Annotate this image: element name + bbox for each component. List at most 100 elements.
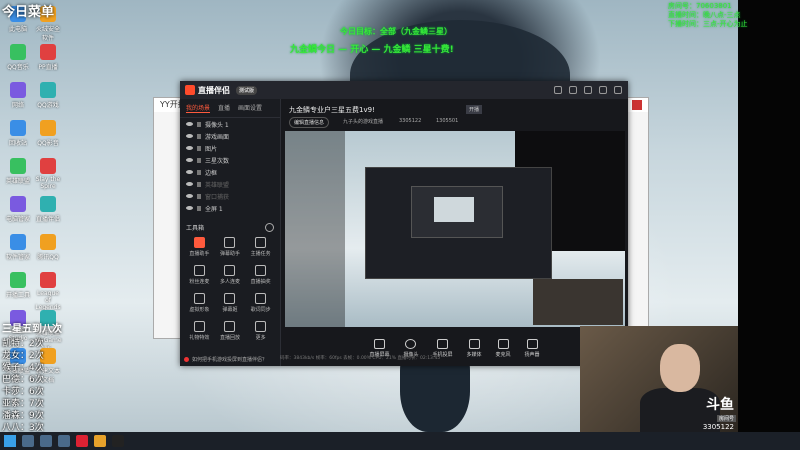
app-icon [40, 234, 56, 250]
scene-item[interactable]: 窗口捕获 [180, 190, 280, 202]
close-icon[interactable] [614, 86, 622, 94]
desktop-icon[interactable]: 直播伴侣 [34, 196, 62, 223]
toolbox-item[interactable]: 更多 [245, 321, 276, 341]
lock-icon[interactable] [197, 193, 201, 199]
eye-icon[interactable] [186, 182, 193, 186]
taskbar-explorer-icon[interactable] [40, 435, 52, 447]
toolbox-item[interactable]: 弹幕助手 [215, 237, 246, 257]
tool-icon [193, 237, 205, 248]
eye-icon[interactable] [186, 170, 193, 174]
desktop-icon[interactable]: 开播工具 [4, 272, 32, 299]
toolbox-item[interactable]: 直播回放 [215, 321, 246, 341]
source-button[interactable]: 麦克风 [496, 339, 511, 358]
message-icon[interactable] [569, 86, 577, 94]
scene-item[interactable]: 摄像头 1 [180, 118, 280, 130]
room-info: 房间号：70603801 直播时间：晚八点-三点 下播时间：三点-开心为止 [668, 2, 748, 29]
taskbar-search-icon[interactable] [22, 435, 34, 447]
scene-name: 边框 [205, 169, 218, 177]
desktop-icon[interactable]: League of Legends [34, 272, 62, 311]
gift-icon[interactable] [554, 86, 562, 94]
desktop-icon[interactable]: Slay the Spire [34, 158, 62, 190]
lock-icon[interactable] [197, 157, 201, 163]
source-button[interactable]: 扬声器 [525, 339, 540, 358]
menu-title: 今日菜单 [2, 5, 55, 20]
tool-label: 虚拟形象 [189, 307, 210, 313]
eye-icon[interactable] [186, 158, 193, 162]
taskbar-app-icon[interactable] [76, 435, 88, 447]
desktop-icon[interactable]: 电脑管家 [4, 196, 32, 223]
desktop-icon[interactable]: QQ影音 [34, 120, 62, 147]
toolbox-item[interactable]: 歌词同步 [245, 293, 276, 313]
tool-icon [255, 321, 267, 332]
minimize-icon[interactable] [599, 86, 607, 94]
lock-icon[interactable] [197, 169, 201, 175]
lock-icon[interactable] [197, 121, 201, 127]
webcam-person-head [660, 344, 700, 392]
scene-item[interactable]: 游戏画面 [180, 130, 280, 142]
tool-label: 直播抽奖 [250, 279, 271, 285]
scene-tab[interactable]: 我的场景 [186, 103, 211, 113]
desktop-icon-label: 腾讯QQ [37, 254, 59, 261]
app-icon [10, 120, 26, 136]
douyu-logo: 斗鱼 [706, 397, 734, 413]
taskbar-app-icon[interactable] [94, 435, 106, 447]
desktop-icon[interactable]: 网络 [4, 82, 32, 109]
desktop-icon[interactable]: 腾讯QQ [34, 234, 62, 261]
settings-icon[interactable] [584, 86, 592, 94]
source-label: 扬声器 [524, 352, 540, 358]
eye-icon[interactable] [186, 194, 193, 198]
preview-nested-window-3 [434, 197, 474, 222]
stream-preview[interactable] [285, 131, 625, 327]
toolbox-item[interactable]: 直播助手 [184, 237, 215, 257]
taskbar-browser-icon[interactable] [58, 435, 70, 447]
start-button[interactable] [4, 435, 16, 447]
toolbox-item[interactable]: 礼物特效 [184, 321, 215, 341]
scene-item[interactable]: 全屏 1 [180, 202, 280, 214]
desktop-icon[interactable]: PP直播 [34, 44, 62, 71]
lock-icon[interactable] [197, 145, 201, 151]
eye-icon[interactable] [186, 134, 193, 138]
live-companion-app[interactable]: 直播伴侣 测试版 我的场景 直播 画面设置 摄像头 1 游戏画面 图片 三星次数 边框 英雄联… [180, 81, 628, 366]
scene-item[interactable]: 英雄联盟 [180, 178, 280, 190]
desktop-icon-label: PP直播 [38, 64, 58, 71]
toolbox-item[interactable]: 虚拟形象 [184, 293, 215, 313]
desktop-icon[interactable]: QQ音乐 [4, 44, 32, 71]
eye-icon[interactable] [186, 122, 193, 126]
scene-item[interactable]: 图片 [180, 142, 280, 154]
lock-icon[interactable] [197, 205, 201, 211]
tool-icon [224, 265, 236, 276]
window-controls [554, 86, 622, 94]
scene-name: 游戏画面 [205, 133, 230, 141]
toolbox-item[interactable]: 直播抽奖 [245, 265, 276, 285]
source-label: 麦克风 [495, 352, 511, 358]
tool-label: 弹幕姬 [222, 307, 238, 313]
toolbox-toggle-icon[interactable] [265, 223, 274, 232]
lock-icon[interactable] [197, 133, 201, 139]
toolbox-item[interactable]: 多人连麦 [215, 265, 246, 285]
scene-item[interactable]: 三星次数 [180, 154, 280, 166]
yy-close-button[interactable] [632, 100, 642, 110]
scene-tab[interactable]: 直播 [218, 103, 230, 113]
stream-time: 直播时间：晚八点-三点 [668, 11, 741, 19]
app-icon [40, 272, 56, 288]
desktop-icon[interactable]: 英雄联盟 [4, 158, 32, 185]
lock-icon[interactable] [197, 181, 201, 187]
scene-tab[interactable]: 画面设置 [238, 103, 262, 113]
desktop-icon-label: 直播伴侣 [35, 216, 60, 223]
scene-item[interactable]: 边框 [180, 166, 280, 178]
taskbar-app-icon[interactable] [112, 435, 124, 447]
desktop-icon[interactable]: 软件管家 [4, 234, 32, 261]
toolbox-item[interactable]: 弹幕姬 [215, 293, 246, 313]
eye-icon[interactable] [186, 206, 193, 210]
source-button[interactable]: 多媒体 [467, 339, 482, 358]
toolbox-item[interactable]: 粉丝连麦 [184, 265, 215, 285]
desktop-icon[interactable]: 回收站 [4, 120, 32, 147]
eye-icon[interactable] [186, 146, 193, 150]
black-side-bar [738, 0, 800, 432]
toolbox-item[interactable]: 主播任务 [245, 237, 276, 257]
tool-label: 多人连麦 [219, 279, 240, 285]
notice-bar[interactable]: 如何把手机游戏投屏到直播伴侣？ [184, 356, 267, 363]
desktop-icon[interactable]: QQ游戏 [34, 82, 62, 109]
edit-info-button[interactable]: 编辑直播信息 [289, 117, 330, 128]
tool-icon [193, 321, 205, 332]
